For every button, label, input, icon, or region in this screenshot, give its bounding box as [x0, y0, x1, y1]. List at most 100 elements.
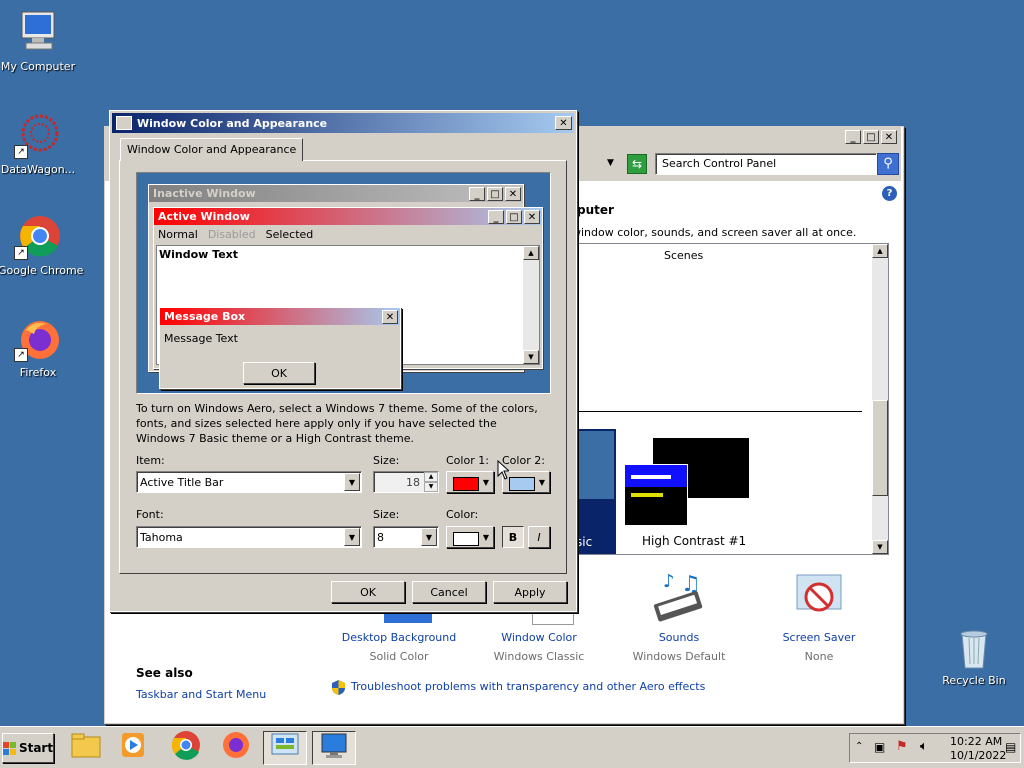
refresh-button[interactable]: ⇆: [627, 154, 647, 174]
firefox-icon: [221, 730, 251, 766]
sounds-sub: Windows Default: [632, 650, 726, 663]
action-center-flag-icon[interactable]: ⚑: [896, 739, 908, 754]
scroll-thumb[interactable]: [872, 400, 888, 496]
screen-saver-item[interactable]: Screen Saver None: [759, 567, 879, 663]
recycle-bin-label: Recycle Bin: [942, 674, 1006, 687]
high-contrast-theme-tile[interactable]: High Contrast #1: [622, 437, 750, 548]
chevron-down-icon[interactable]: ▼: [344, 528, 360, 546]
taskbar-chrome-button[interactable]: [164, 731, 208, 765]
shield-icon: [332, 680, 345, 695]
show-desktop-icon[interactable]: ▤: [1005, 740, 1016, 754]
preview-message-box: Message Box ✕ Message Text OK: [159, 307, 401, 389]
preview-ok-button: OK: [243, 362, 315, 384]
font-color-swatch: [453, 532, 479, 546]
preview-maximize-icon: □: [487, 186, 503, 201]
media-player-icon: [119, 731, 149, 765]
apply-button[interactable]: Apply: [493, 581, 567, 603]
chevron-down-icon[interactable]: ▼: [421, 528, 437, 546]
address-dropdown-arrow-icon[interactable]: ▼: [607, 158, 614, 168]
selected-theme-tile[interactable]: sic: [576, 429, 616, 554]
taskbar-start-menu-link[interactable]: Taskbar and Start Menu: [136, 688, 266, 701]
window-text: Window Text: [159, 248, 239, 261]
font-color-picker[interactable]: ▼: [446, 526, 494, 548]
bold-toggle[interactable]: B: [502, 526, 524, 548]
control-panel-heading: puter: [577, 203, 614, 217]
sounds-icon: ♪ ♫: [649, 567, 709, 623]
datawagon-label: DataWagon...: [0, 163, 76, 176]
datawagon-desktop-icon[interactable]: ↗ DataWagon...: [0, 113, 78, 176]
font-select[interactable]: Tahoma ▼: [136, 526, 362, 548]
color2-picker[interactable]: ▼: [502, 471, 550, 493]
search-input[interactable]: Search Control Panel: [655, 153, 877, 175]
my-computer-desktop-icon[interactable]: My Computer: [0, 10, 78, 73]
chrome-icon: ↗: [14, 214, 60, 260]
display-icon: [319, 731, 349, 765]
spin-down-icon[interactable]: ▼: [424, 482, 438, 492]
sounds-item[interactable]: ♪ ♫ Sounds Windows Default: [619, 567, 739, 663]
themes-scrollbar[interactable]: ▲ ▼: [872, 244, 888, 554]
recycle-bin-desktop-icon[interactable]: Recycle Bin: [934, 624, 1014, 687]
sounds-title[interactable]: Sounds: [619, 631, 739, 644]
maximize-button[interactable]: □: [863, 130, 879, 144]
clock-time[interactable]: 10:22 AM: [950, 735, 1002, 748]
minimize-button[interactable]: _: [845, 130, 861, 144]
clock-date[interactable]: 10/1/2022: [950, 749, 1006, 762]
preview-maximize-icon: □: [506, 209, 522, 224]
start-button[interactable]: Start: [2, 733, 54, 763]
taskbar-control-panel-button[interactable]: [263, 731, 307, 765]
screen-saver-sub: None: [804, 650, 834, 663]
italic-toggle[interactable]: I: [528, 526, 550, 548]
shortcut-arrow-icon: ↗: [14, 246, 28, 260]
size-stepper[interactable]: 18 ▲ ▼: [373, 471, 439, 493]
show-hidden-icons-icon[interactable]: ⌃: [855, 741, 863, 752]
troubleshoot-link[interactable]: Troubleshoot problems with transparency …: [351, 680, 705, 693]
google-chrome-label: Google Chrome: [0, 264, 84, 277]
color2-swatch: [509, 477, 535, 491]
cancel-button[interactable]: Cancel: [412, 581, 486, 603]
window-color-sub: Windows Classic: [493, 650, 585, 663]
screen-saver-title[interactable]: Screen Saver: [759, 631, 879, 644]
tab-window-color[interactable]: Window Color and Appearance: [120, 138, 304, 161]
window-color-title[interactable]: Window Color: [479, 631, 599, 644]
spin-up-icon[interactable]: ▲: [424, 472, 438, 482]
volume-icon[interactable]: 🔈︎: [920, 739, 928, 754]
preview-minimize-icon: _: [488, 209, 504, 224]
help-icon[interactable]: ?: [882, 186, 897, 201]
preview-scrollbar: ▲ ▼: [523, 246, 539, 364]
chevron-down-icon[interactable]: ▼: [344, 473, 360, 491]
item-select[interactable]: Active Title Bar ▼: [136, 471, 362, 493]
size-label: Size:: [373, 454, 400, 467]
chevron-down-icon: ▼: [482, 533, 489, 542]
spin-buttons[interactable]: ▲ ▼: [424, 472, 438, 492]
network-icon[interactable]: ▣: [874, 740, 885, 754]
group-divider: [576, 411, 862, 412]
themes-list[interactable]: Scenes sic High Contrast #1 ▲ ▼: [575, 243, 889, 555]
ok-button[interactable]: OK: [331, 581, 405, 603]
search-icon[interactable]: ⚲: [877, 153, 899, 175]
preview-close-icon: ✕: [524, 209, 540, 224]
firefox-desktop-icon[interactable]: ↗ Firefox: [0, 316, 78, 379]
taskbar-explorer-button[interactable]: [64, 731, 108, 765]
taskbar-media-player-button[interactable]: [112, 731, 156, 765]
taskbar: Start ⌃ ▣ ⚑ 🔈︎ 10:22 AM 10/1/2022 ▤: [0, 726, 1024, 768]
font-size-select[interactable]: 8 ▼: [373, 526, 439, 548]
shortcut-arrow-icon: ↗: [14, 145, 28, 159]
close-button[interactable]: ✕: [881, 130, 897, 144]
preview-close-icon: ✕: [382, 309, 398, 324]
taskbar-firefox-button[interactable]: [214, 731, 258, 765]
desktop-background-sub: Solid Color: [369, 650, 429, 663]
taskbar-display-button[interactable]: [312, 731, 356, 765]
google-chrome-desktop-icon[interactable]: ↗ Google Chrome: [0, 214, 84, 277]
color1-picker[interactable]: ▼: [446, 471, 494, 493]
chevron-down-icon: ▼: [482, 478, 489, 487]
menu-normal: Normal: [158, 227, 198, 241]
theme-preview-front: [624, 464, 688, 526]
dialog-close-button[interactable]: ✕: [555, 116, 572, 130]
menu-selected: Selected: [265, 227, 314, 241]
dialog-titlebar: Window Color and Appearance ✕: [112, 113, 574, 133]
preview-close-icon: ✕: [505, 186, 521, 201]
scroll-down-icon[interactable]: ▼: [872, 540, 888, 554]
desktop-background-title[interactable]: Desktop Background: [339, 631, 459, 644]
scroll-up-icon[interactable]: ▲: [872, 244, 888, 258]
scenes-group-label: Scenes: [664, 249, 704, 262]
